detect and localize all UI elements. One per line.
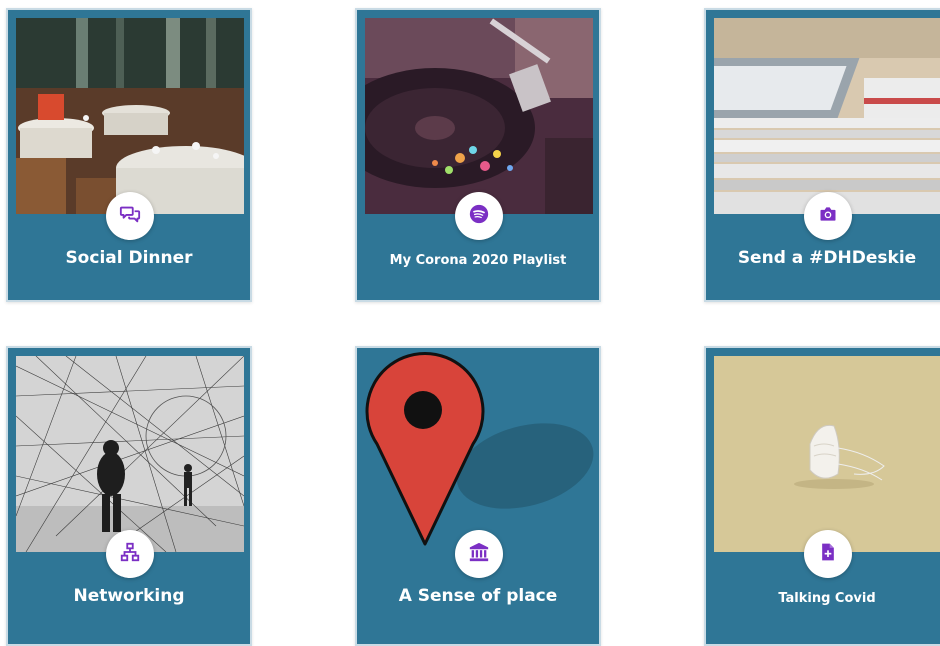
card-title: Networking [73,586,185,606]
card-sense-of-place[interactable]: A Sense of place [355,346,601,646]
icon-badge [804,192,852,240]
card-title: Social Dinner [65,248,193,268]
card-send-dhdeskie[interactable]: Send a #DHDeskie [704,8,940,302]
turntable-photo [365,18,593,214]
card-title: Send a #DHDeskie [737,248,917,268]
medical-document-icon [818,542,838,567]
face-mask-photo [714,356,940,552]
icon-badge [455,192,503,240]
laptop-magazines-photo [714,18,940,214]
icon-badge [455,530,503,578]
card-title: A Sense of place [398,586,558,606]
chat-bubbles-icon [119,203,141,230]
camera-icon [818,204,838,229]
card-title: My Corona 2020 Playlist [389,253,567,268]
map-pin-illustration [357,348,599,558]
card-corona-playlist[interactable]: My Corona 2020 Playlist [355,8,601,302]
string-installation-photo [16,356,244,552]
spotify-icon [468,203,490,230]
icon-badge [804,530,852,578]
card-title: Talking Covid [778,591,876,606]
museum-icon [468,541,490,568]
icon-badge [106,530,154,578]
restaurant-photo [16,18,244,214]
card-networking[interactable]: Networking [6,346,252,646]
icon-badge [106,192,154,240]
card-talking-covid[interactable]: Talking Covid [704,346,940,646]
network-icon [119,541,141,568]
card-social-dinner[interactable]: Social Dinner [6,8,252,302]
